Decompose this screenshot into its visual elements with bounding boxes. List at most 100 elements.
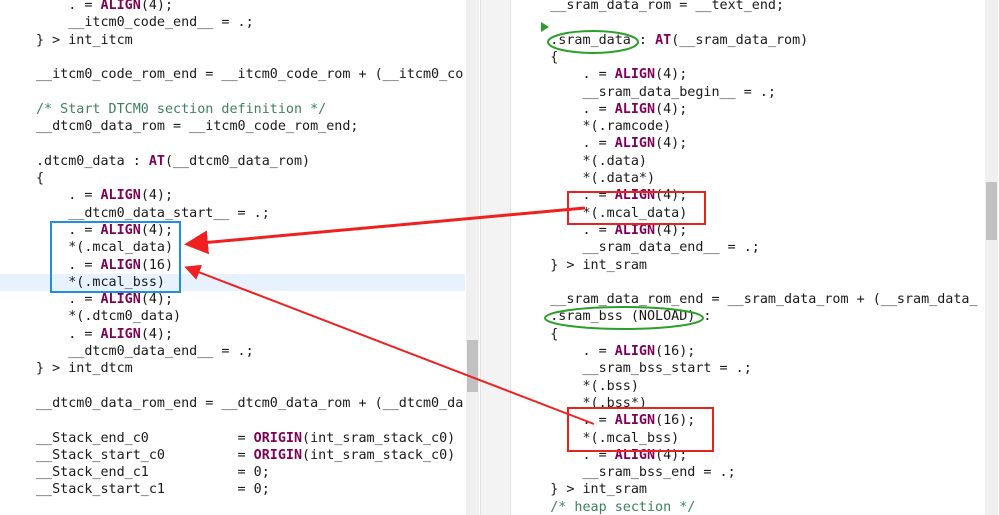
code-token: } > int_dtcm bbox=[36, 361, 133, 377]
blue-highlight-box bbox=[50, 221, 181, 293]
code-token: . = bbox=[36, 188, 101, 204]
code-token: (4); bbox=[140, 326, 174, 342]
code-token: } > int_sram bbox=[518, 257, 647, 273]
code-token: . = bbox=[36, 292, 101, 308]
comment-token: /* heap section */ bbox=[518, 499, 696, 515]
code-line: . = ALIGN(4); bbox=[518, 135, 687, 152]
code-token: __dtcm0_data_rom_end = __dtcm0_data_rom … bbox=[36, 395, 464, 411]
code-line: *(.ramcode) bbox=[518, 118, 671, 135]
code-token: __dtcm0_data_end__ = .; bbox=[36, 344, 254, 359]
code-line: __Stack_end_c1 = 0; bbox=[36, 464, 270, 481]
code-token: *(.bss) bbox=[518, 378, 639, 394]
code-token: __Stack_start_c0 = bbox=[36, 447, 254, 463]
code-line: } > int_itcm bbox=[36, 32, 133, 49]
code-line: __dtcm0_data_start__ = .; bbox=[36, 205, 270, 222]
code-line: __dtcm0_data_end__ = .; bbox=[36, 343, 254, 360]
code-line: . = ALIGN(4); bbox=[36, 326, 173, 343]
keyword-token: ALIGN bbox=[614, 344, 656, 359]
code-token: .sram_data : bbox=[518, 32, 656, 48]
code-line: . = ALIGN(16); bbox=[518, 343, 695, 360]
red-highlight-box-mcal-bss bbox=[567, 407, 714, 452]
code-token: (4); bbox=[140, 0, 174, 13]
code-line: __sram_bss_end = .; bbox=[518, 464, 736, 481]
keyword-token: ALIGN bbox=[614, 136, 656, 152]
code-token: (4); bbox=[655, 67, 688, 83]
code-token: (__sram_data_rom) bbox=[671, 32, 809, 48]
code-token: *(.data) bbox=[518, 153, 647, 169]
code-token: __sram_bss_end = .; bbox=[518, 465, 736, 481]
code-line: { bbox=[36, 170, 44, 187]
code-token: *(.ramcode) bbox=[518, 119, 672, 135]
code-token: __sram_data_rom_end = __sram_data_rom + … bbox=[518, 292, 978, 308]
code-token: __sram_data_end__ = .; bbox=[518, 240, 760, 256]
code-line: *(.data) bbox=[518, 153, 647, 170]
code-token: . = bbox=[518, 101, 615, 117]
code-line: __sram_data_rom = __text_end; bbox=[518, 0, 784, 14]
code-token: . = bbox=[518, 344, 615, 359]
code-line: .sram_data : AT(__sram_data_rom) bbox=[518, 32, 808, 49]
code-line: /* heap section */ bbox=[518, 499, 695, 515]
code-line: . = ALIGN(4); bbox=[36, 291, 173, 308]
code-token: (__dtcm0_data_rom) bbox=[165, 153, 311, 169]
code-token: (int_sram_stack_c0) bbox=[302, 447, 456, 463]
code-token: __Stack_end_c0 = bbox=[36, 430, 254, 446]
code-line: .sram_bss (NOLOAD) : bbox=[518, 308, 711, 325]
code-token: (4); bbox=[655, 101, 688, 117]
code-line: *(.data*) bbox=[518, 170, 655, 187]
keyword-token: ORIGIN bbox=[253, 430, 303, 446]
code-line: __Stack_end_c0 = ORIGIN(int_sram_stack_c… bbox=[36, 430, 455, 447]
keyword-token: ALIGN bbox=[614, 67, 656, 83]
code-token: . = bbox=[36, 0, 101, 13]
code-token: (4); bbox=[655, 136, 688, 152]
code-token: __sram_data_begin__ = .; bbox=[518, 84, 776, 100]
code-line: __itcm0_code_rom_end = __itcm0_code_rom … bbox=[36, 66, 463, 83]
code-token: (4); bbox=[655, 222, 688, 238]
code-token: __itcm0_code_rom_end = __itcm0_code_rom … bbox=[36, 67, 464, 83]
code-line: /* Start DTCM0 section definition */ bbox=[36, 101, 326, 118]
comment-token: /* Start DTCM0 section definition */ bbox=[36, 101, 327, 117]
right-editor-scrollbar-thumb[interactable] bbox=[986, 182, 997, 240]
keyword-token: ALIGN bbox=[100, 292, 141, 308]
code-line: __Stack_start_c1 = 0; bbox=[36, 481, 270, 498]
code-line: __sram_data_rom_end = __sram_data_rom + … bbox=[518, 291, 978, 308]
code-token: __sram_bss_start = .; bbox=[518, 361, 752, 377]
code-token: __Stack_start_c1 = 0; bbox=[36, 482, 270, 498]
code-line: __Stack_start_c0 = ORIGIN(int_sram_stack… bbox=[36, 447, 455, 464]
code-token: { bbox=[36, 171, 45, 186]
code-token: . = bbox=[36, 326, 101, 342]
left-editor-scrollbar-thumb[interactable] bbox=[467, 340, 478, 392]
code-token: } > int_sram bbox=[518, 482, 647, 498]
code-token: (int_sram_stack_c0) bbox=[302, 430, 456, 446]
pane-divider[interactable] bbox=[480, 0, 511, 515]
code-line: *(.bss) bbox=[518, 378, 639, 395]
code-line: __dtcm0_data_rom_end = __dtcm0_data_rom … bbox=[36, 395, 463, 412]
code-line: . = ALIGN(4); bbox=[36, 187, 173, 204]
code-token: (4); bbox=[140, 188, 174, 204]
code-token: __Stack_end_c1 = 0; bbox=[36, 465, 270, 481]
code-token: . = bbox=[518, 136, 615, 152]
keyword-token: ORIGIN bbox=[253, 447, 303, 463]
code-token: { bbox=[518, 49, 559, 65]
code-line: } > int_dtcm bbox=[36, 360, 133, 377]
code-token: (4); bbox=[140, 292, 174, 308]
code-token: .dtcm0_data : bbox=[36, 153, 149, 169]
code-token: (16); bbox=[655, 344, 696, 359]
left-editor-scrollbar[interactable] bbox=[466, 0, 479, 515]
right-editor-scrollbar[interactable] bbox=[985, 0, 998, 515]
code-line: *(.dtcm0_data) bbox=[36, 308, 181, 325]
keyword-token: AT bbox=[655, 32, 672, 48]
code-line: . = ALIGN(4); bbox=[36, 0, 173, 14]
code-line: __sram_bss_start = .; bbox=[518, 360, 752, 377]
keyword-token: ALIGN bbox=[100, 326, 141, 342]
code-line: { bbox=[518, 326, 558, 343]
keyword-token: AT bbox=[148, 153, 165, 169]
keyword-token: ALIGN bbox=[100, 0, 141, 13]
code-token: *(.data*) bbox=[518, 171, 656, 186]
code-line: __dtcm0_data_rom = __itcm0_code_rom_end; bbox=[36, 118, 358, 135]
code-line: __itcm0_code_end__ = .; bbox=[36, 14, 253, 31]
code-token: . = bbox=[518, 222, 615, 238]
code-token: . = bbox=[518, 67, 615, 83]
code-line: __sram_data_end__ = .; bbox=[518, 239, 760, 256]
keyword-token: ALIGN bbox=[614, 101, 656, 117]
keyword-token: ALIGN bbox=[614, 222, 656, 238]
